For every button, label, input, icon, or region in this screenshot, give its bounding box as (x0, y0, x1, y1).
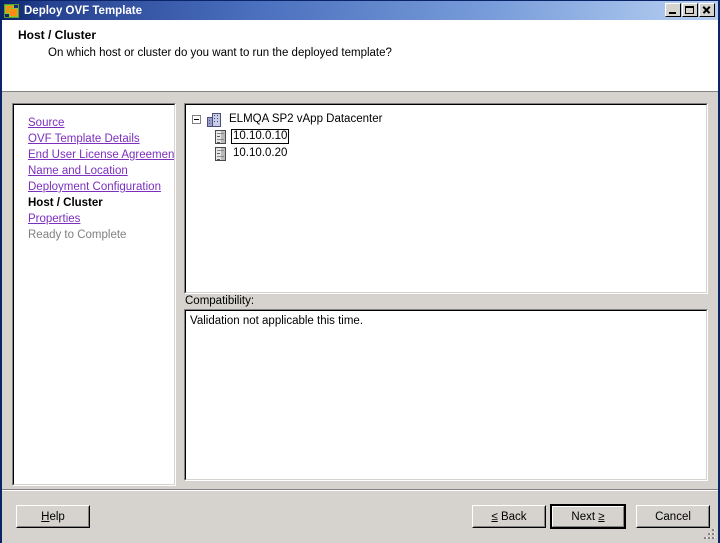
tree-node-label[interactable]: 10.10.0.10 (231, 129, 290, 144)
tree-row[interactable]: 10.10.0.10 (192, 128, 706, 145)
sidebar-item-name-and-location[interactable]: Name and Location (28, 163, 128, 179)
compatibility-panel: Validation not applicable this time. (184, 309, 708, 481)
tree-node-label[interactable]: 10.10.0.20 (231, 146, 289, 161)
sidebar-item-host-cluster: Host / Cluster (28, 197, 103, 209)
inventory-tree: ELMQA SP2 vApp Datacenter 10.10.0.10 10.… (186, 105, 706, 162)
minimize-button[interactable] (665, 3, 681, 17)
wizard-footer: Help ≤ Back Next ≥ Cancel (2, 489, 718, 543)
collapse-expander-icon[interactable] (192, 115, 201, 124)
datacenter-icon (206, 112, 222, 127)
tree-node-label: ELMQA SP2 vApp Datacenter (229, 113, 383, 125)
next-accel-glyph: ≥ (598, 510, 605, 523)
help-button-label: elp (49, 510, 65, 523)
wizard-body: Source OVF Template Details End User Lic… (2, 93, 718, 490)
inventory-tree-panel[interactable]: ELMQA SP2 vApp Datacenter 10.10.0.10 10.… (184, 103, 708, 294)
page-subtitle: On which host or cluster do you want to … (48, 47, 392, 59)
tree-row[interactable]: ELMQA SP2 vApp Datacenter (192, 111, 706, 128)
host-icon (215, 129, 226, 144)
next-button-label: Next (571, 510, 599, 523)
help-button[interactable]: Help (16, 505, 90, 528)
page-header: Host / Cluster On which host or cluster … (2, 20, 718, 92)
sidebar-item-source[interactable]: Source (28, 115, 64, 131)
window-controls (665, 3, 715, 17)
back-button[interactable]: ≤ Back (472, 505, 546, 528)
deploy-ovf-template-window: Deploy OVF Template Host / Cluster On wh… (0, 0, 720, 543)
window-title: Deploy OVF Template (24, 4, 143, 17)
title-bar[interactable]: Deploy OVF Template (2, 1, 718, 20)
sidebar-item-ovf-template-details[interactable]: OVF Template Details (28, 131, 140, 147)
sidebar-item-end-user-license-agreement[interactable]: End User License Agreement (28, 147, 174, 163)
compatibility-message: Validation not applicable this time. (190, 315, 364, 327)
compatibility-label: Compatibility: (185, 295, 255, 307)
cancel-button[interactable]: Cancel (636, 505, 710, 528)
next-button[interactable]: Next ≥ (550, 504, 626, 529)
back-button-label: Back (497, 510, 527, 523)
wizard-steps-list: Source OVF Template Details End User Lic… (14, 105, 174, 243)
maximize-button[interactable] (682, 3, 698, 17)
wizard-steps-panel: Source OVF Template Details End User Lic… (12, 103, 176, 486)
tree-row[interactable]: 10.10.0.20 (192, 145, 706, 162)
sidebar-item-ready-to-complete: Ready to Complete (28, 229, 127, 241)
host-icon (215, 146, 226, 161)
close-icon[interactable] (699, 3, 715, 17)
resize-grip[interactable] (702, 527, 716, 541)
ovf-template-icon (4, 3, 20, 19)
cancel-button-label: Cancel (655, 510, 691, 523)
page-title: Host / Cluster (18, 28, 97, 42)
sidebar-item-deployment-configuration[interactable]: Deployment Configuration (28, 179, 161, 195)
sidebar-item-properties[interactable]: Properties (28, 211, 80, 227)
